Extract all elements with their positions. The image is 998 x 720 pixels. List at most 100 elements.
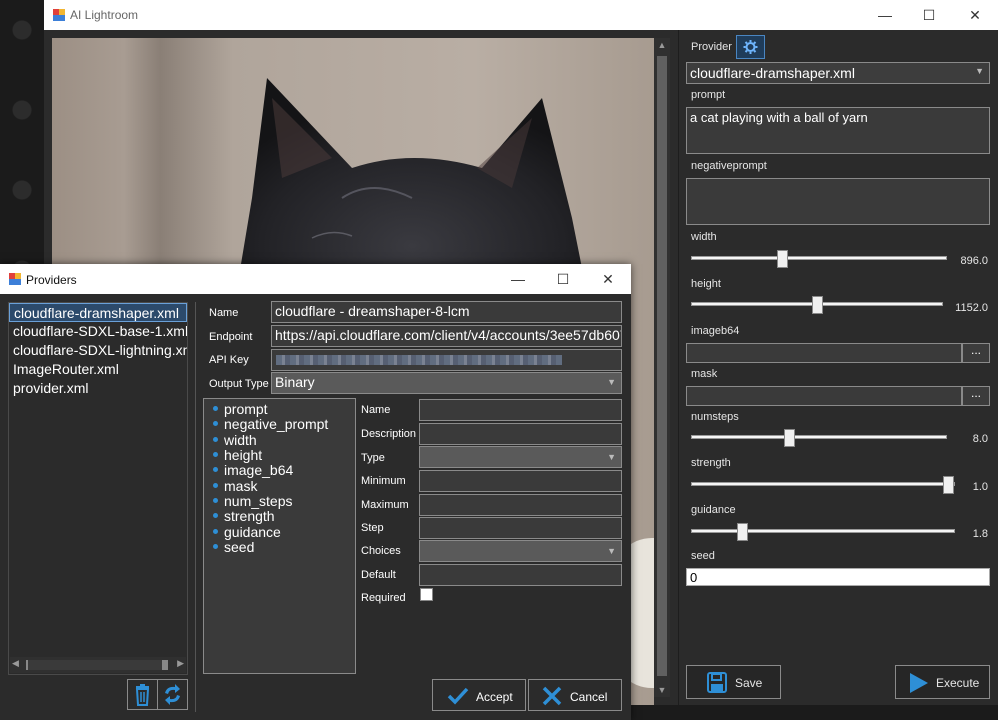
parameter-item[interactable]: num_steps <box>212 493 293 509</box>
provider-file-item[interactable]: ImageRouter.xml <box>9 360 187 379</box>
scroll-right-icon[interactable]: ▶ <box>177 658 184 669</box>
parameter-item[interactable]: height <box>212 447 262 463</box>
redacted-key <box>276 355 562 365</box>
scroll-thumb[interactable] <box>26 660 168 670</box>
chevron-down-icon: ▼ <box>975 66 984 76</box>
param-name-input[interactable] <box>419 399 622 421</box>
parameter-item[interactable]: mask <box>212 478 257 494</box>
parameter-item[interactable]: width <box>212 432 257 448</box>
param-type-select[interactable]: ▼ <box>419 446 622 468</box>
width-slider-thumb[interactable] <box>777 250 788 268</box>
save-button-label: Save <box>735 676 763 690</box>
parameter-name: width <box>224 432 257 448</box>
cancel-button-label: Cancel <box>570 690 608 704</box>
param-minimum-input[interactable] <box>419 470 622 492</box>
guidance-slider[interactable] <box>691 523 955 541</box>
providers-minimize-button[interactable]: — <box>495 264 541 294</box>
negativeprompt-textarea[interactable] <box>686 178 990 225</box>
provider-file-item[interactable]: cloudflare-SDXL-lightning.xml <box>9 341 187 360</box>
param-description-input[interactable] <box>419 423 622 445</box>
param-description-label: Description <box>361 428 417 440</box>
parameter-item[interactable]: guidance <box>212 524 281 540</box>
provider-list-horizontal-scrollbar[interactable]: ◀ ▶ <box>10 657 186 673</box>
save-button[interactable]: Save <box>686 665 781 699</box>
parameter-item[interactable]: prompt <box>212 401 268 417</box>
imageb64-input[interactable] <box>686 343 962 363</box>
scroll-left-icon[interactable]: ◀ <box>12 658 19 669</box>
parameter-item[interactable]: strength <box>212 508 275 524</box>
width-label: width <box>691 231 717 243</box>
execute-button[interactable]: Execute <box>895 665 990 699</box>
image-vertical-scrollbar[interactable]: ▲ ▼ <box>654 38 670 697</box>
param-choices-select[interactable]: ▼ <box>419 540 622 562</box>
numsteps-slider-thumb[interactable] <box>784 429 795 447</box>
bullet-icon <box>213 529 218 534</box>
parameter-item[interactable]: negative_prompt <box>212 416 329 432</box>
imageb64-browse-button[interactable]: ... <box>962 343 990 363</box>
app-icon <box>53 9 65 21</box>
strength-slider-thumb[interactable] <box>943 476 954 494</box>
trash-icon <box>135 684 150 706</box>
param-step-label: Step <box>361 522 384 534</box>
endpoint-label: Endpoint <box>209 331 253 343</box>
imageb64-label: imageb64 <box>691 325 740 337</box>
accept-button[interactable]: Accept <box>432 679 526 711</box>
maximize-button[interactable]: ☐ <box>906 0 952 30</box>
height-value: 1152.0 <box>955 302 988 314</box>
param-required-checkbox[interactable] <box>420 588 433 601</box>
providers-maximize-button[interactable]: ☐ <box>540 264 586 294</box>
name-input[interactable]: cloudflare - dreamshaper-8-lcm <box>271 301 622 323</box>
provider-file-item[interactable]: cloudflare-dramshaper.xml <box>9 303 187 322</box>
scroll-thumb[interactable] <box>657 56 667 676</box>
scroll-down-icon[interactable]: ▼ <box>654 683 670 697</box>
output-type-label: Output Type <box>209 378 269 390</box>
prompt-label: prompt <box>691 89 726 101</box>
scroll-up-icon[interactable]: ▲ <box>654 38 670 52</box>
height-slider[interactable] <box>691 296 943 314</box>
parameter-name: guidance <box>224 524 281 540</box>
close-button[interactable]: ✕ <box>952 0 998 30</box>
guidance-slider-thumb[interactable] <box>737 523 748 541</box>
cancel-button[interactable]: Cancel <box>528 679 622 711</box>
parameter-name: num_steps <box>224 493 293 509</box>
endpoint-input[interactable]: https://api.cloudflare.com/client/v4/acc… <box>271 325 622 347</box>
output-type-select[interactable]: Binary ▼ <box>271 372 622 394</box>
parameter-item[interactable]: seed <box>212 539 254 555</box>
strength-slider[interactable] <box>691 476 955 494</box>
param-type-label: Type <box>361 452 385 464</box>
prompt-textarea[interactable]: a cat playing with a ball of yarn <box>686 107 990 154</box>
title-bar: AI Lightroom — ☐ ✕ <box>44 0 998 30</box>
provider-file-item[interactable]: provider.xml <box>9 379 187 398</box>
providers-close-button[interactable]: ✕ <box>585 264 631 294</box>
param-choices-label: Choices <box>361 545 401 557</box>
mask-browse-button[interactable]: ... <box>962 386 990 406</box>
numsteps-slider[interactable] <box>691 429 947 447</box>
refresh-providers-button[interactable] <box>157 679 188 710</box>
parameter-list[interactable]: prompt negative_prompt width height imag… <box>203 398 356 674</box>
strength-value: 1.0 <box>972 481 988 493</box>
width-slider[interactable] <box>691 250 947 268</box>
numsteps-value: 8.0 <box>972 433 988 445</box>
chevron-down-icon: ▼ <box>607 377 616 387</box>
provider-label: Provider <box>691 41 732 53</box>
name-label: Name <box>209 307 239 319</box>
play-icon <box>910 673 928 693</box>
seed-input[interactable]: 0 <box>686 568 990 586</box>
providers-title-bar: Providers — ☐ ✕ <box>0 264 631 294</box>
mask-input[interactable] <box>686 386 962 406</box>
param-default-input[interactable] <box>419 564 622 586</box>
bullet-icon <box>213 406 218 411</box>
provider-settings-button[interactable] <box>736 35 765 59</box>
parameter-name: negative_prompt <box>224 416 329 432</box>
delete-provider-button[interactable] <box>127 679 158 710</box>
provider-select[interactable]: cloudflare-dramshaper.xml ▼ <box>686 62 990 84</box>
apikey-input[interactable] <box>271 349 622 371</box>
parameter-item[interactable]: image_b64 <box>212 462 293 478</box>
minimize-button[interactable]: — <box>862 0 908 30</box>
bullet-icon <box>213 483 218 488</box>
param-step-input[interactable] <box>419 517 622 539</box>
provider-file-item[interactable]: cloudflare-SDXL-base-1.xml <box>9 322 187 341</box>
param-maximum-input[interactable] <box>419 494 622 516</box>
height-slider-thumb[interactable] <box>812 296 823 314</box>
provider-file-list[interactable]: cloudflare-dramshaper.xml cloudflare-SDX… <box>8 302 188 675</box>
